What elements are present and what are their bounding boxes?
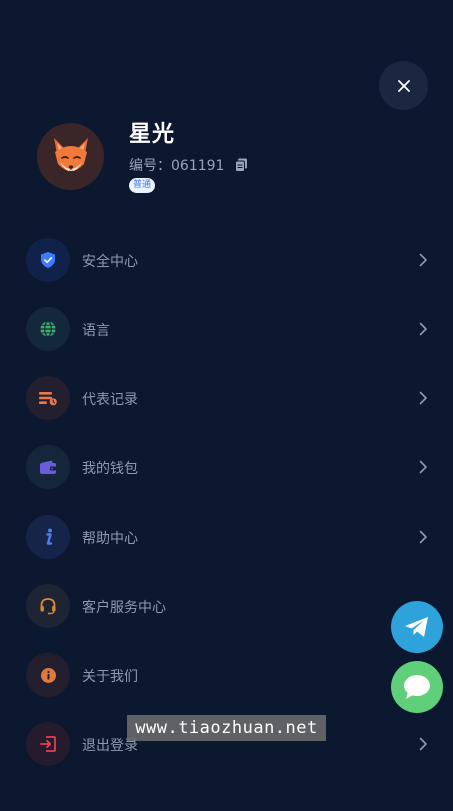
info-circle-icon [40,667,56,683]
menu-icon-bg [26,722,70,766]
info-italic-icon [46,528,53,545]
chevron-right-icon [419,391,427,405]
menu-icon-bg [26,653,70,697]
menu-item-label: 我的钱包 [82,461,138,477]
chevron-right-icon [419,737,427,751]
profile-id: 编号：061191 [129,155,248,175]
menu-item-records[interactable]: 代表记录 [0,364,453,433]
menu-item-about-us[interactable]: 关于我们 [0,641,453,710]
globe-icon [40,320,56,338]
menu-item-help-center[interactable]: 帮助中心 [0,503,453,572]
menu-item-label: 语言 [82,323,110,339]
profile-name: 星光 [129,122,176,147]
wallet-icon [40,460,56,474]
menu-item-wallet[interactable]: 我的钱包 [0,433,453,502]
chat-button[interactable] [391,661,443,713]
close-icon [397,79,410,92]
user-level-badge: 普通 [129,178,156,193]
menu-item-label: 客户服务中心 [82,600,166,616]
chevron-right-icon [419,322,427,336]
menu-item-label: 代表记录 [82,392,138,408]
shield-icon [41,252,55,268]
records-icon [39,392,57,406]
menu-icon-bg [26,445,70,489]
menu-icon-bg [26,376,70,420]
menu-item-label: 安全中心 [82,254,138,270]
menu-icon-bg [26,238,70,282]
avatar[interactable] [37,123,104,190]
menu-icon-bg [26,584,70,628]
profile-id-text: 编号：061191 [129,158,225,174]
close-button[interactable] [379,61,428,110]
menu-icon-bg [26,515,70,559]
fox-avatar-icon [53,137,88,172]
telegram-icon [405,617,428,637]
menu-item-label: 关于我们 [82,669,138,685]
logout-icon [40,736,56,752]
watermark: www.tiaozhuan.net [127,715,326,741]
chevron-right-icon [419,460,427,474]
menu-item-customer-service[interactable]: 客户服务中心 [0,572,453,641]
headset-icon [40,598,56,615]
copy-icon[interactable] [235,158,248,172]
menu-icon-bg [26,307,70,351]
telegram-button[interactable] [391,601,443,653]
chevron-right-icon [419,253,427,267]
profile-menu-page: 星光 编号：061191 普通 安全中心 语言 代表记录 我的钱包 帮助中心 客… [0,0,453,811]
menu-item-language[interactable]: 语言 [0,295,453,364]
menu-item-label: 帮助中心 [82,531,138,547]
menu-item-security-center[interactable]: 安全中心 [0,226,453,295]
chevron-right-icon [419,530,427,544]
chat-bubble-icon [404,675,430,699]
